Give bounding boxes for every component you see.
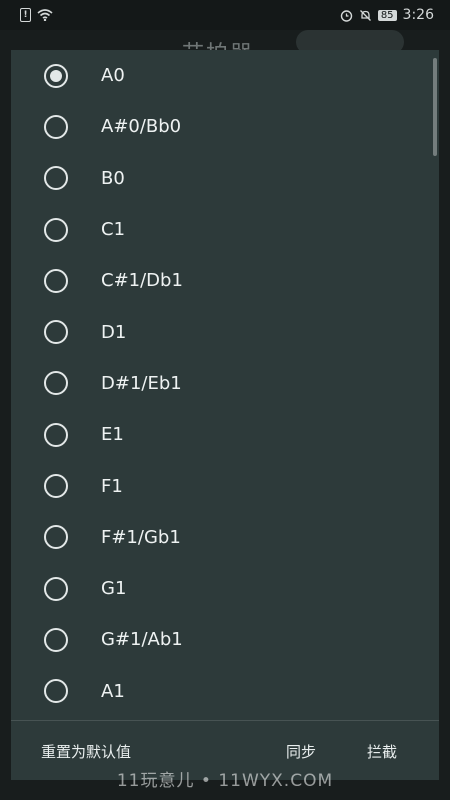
note-option-label: F#1/Gb1 (101, 526, 181, 548)
radio-unselected-icon[interactable] (44, 525, 68, 550)
note-picker-dialog: A0 A#0/Bb0 B0 C1 C#1/Db1 D1 D#1/Eb1 E1 F1 F#1/Gb1… (11, 50, 439, 780)
status-bar: ! 85 3:26 (0, 0, 450, 30)
note-option[interactable]: A#0/Bb0 (11, 101, 439, 152)
reset-default-button[interactable]: 重置为默认值 (41, 741, 131, 762)
note-option-label: A0 (101, 65, 125, 87)
wifi-icon (37, 9, 53, 21)
note-option[interactable]: A0 (11, 50, 439, 101)
status-right: 85 3:26 (340, 7, 434, 23)
note-option-label: A#0/Bb0 (101, 116, 182, 138)
note-option[interactable]: F1 (11, 460, 439, 511)
radio-unselected-icon[interactable] (44, 679, 68, 704)
note-option-label: E1 (101, 424, 124, 446)
intercept-button[interactable]: 拦截 (367, 741, 397, 762)
radio-unselected-icon[interactable] (44, 114, 68, 139)
radio-unselected-icon[interactable] (44, 576, 68, 601)
sync-button[interactable]: 同步 (286, 741, 316, 762)
radio-unselected-icon[interactable] (44, 422, 68, 447)
note-option[interactable]: A1 (11, 666, 439, 717)
alarm-icon (340, 9, 353, 22)
note-option[interactable]: D1 (11, 306, 439, 357)
note-option-label: G#1/Ab1 (101, 629, 183, 651)
note-option[interactable]: C#1/Db1 (11, 255, 439, 306)
note-option[interactable]: D#1/Eb1 (11, 358, 439, 409)
watermark: 11玩意儿 • 11WYX.COM (116, 771, 334, 791)
battery-icon: 85 (377, 9, 397, 21)
note-option[interactable]: B0 (11, 153, 439, 204)
note-option-label: A1 (101, 680, 125, 702)
status-left: ! (20, 8, 53, 22)
clock: 3:26 (402, 7, 434, 23)
note-option-label: G1 (101, 578, 127, 600)
note-option-list[interactable]: A0 A#0/Bb0 B0 C1 C#1/Db1 D1 D#1/Eb1 E1 F1 F#1/Gb1… (11, 50, 439, 720)
note-option-label: F1 (101, 475, 123, 497)
note-option-label: C#1/Db1 (101, 270, 183, 292)
note-option-label: B0 (101, 167, 125, 189)
note-option[interactable]: E1 (11, 409, 439, 460)
radio-unselected-icon[interactable] (44, 474, 68, 499)
radio-unselected-icon[interactable] (44, 320, 68, 345)
radio-unselected-icon[interactable] (44, 371, 68, 396)
note-option[interactable]: C1 (11, 204, 439, 255)
radio-unselected-icon[interactable] (44, 627, 68, 652)
radio-unselected-icon[interactable] (44, 268, 68, 293)
radio-unselected-icon[interactable] (44, 166, 68, 191)
radio-selected-icon[interactable] (44, 63, 68, 88)
note-option[interactable]: G1 (11, 563, 439, 614)
sim-alert-icon: ! (20, 8, 31, 22)
note-option[interactable]: F#1/Gb1 (11, 512, 439, 563)
note-option-label: D#1/Eb1 (101, 372, 182, 394)
note-option-label: C1 (101, 219, 126, 241)
note-option-label: D1 (101, 321, 127, 343)
radio-unselected-icon[interactable] (44, 217, 68, 242)
note-option[interactable]: G#1/Ab1 (11, 614, 439, 665)
mute-icon (359, 9, 371, 21)
scrollbar[interactable] (433, 58, 437, 156)
